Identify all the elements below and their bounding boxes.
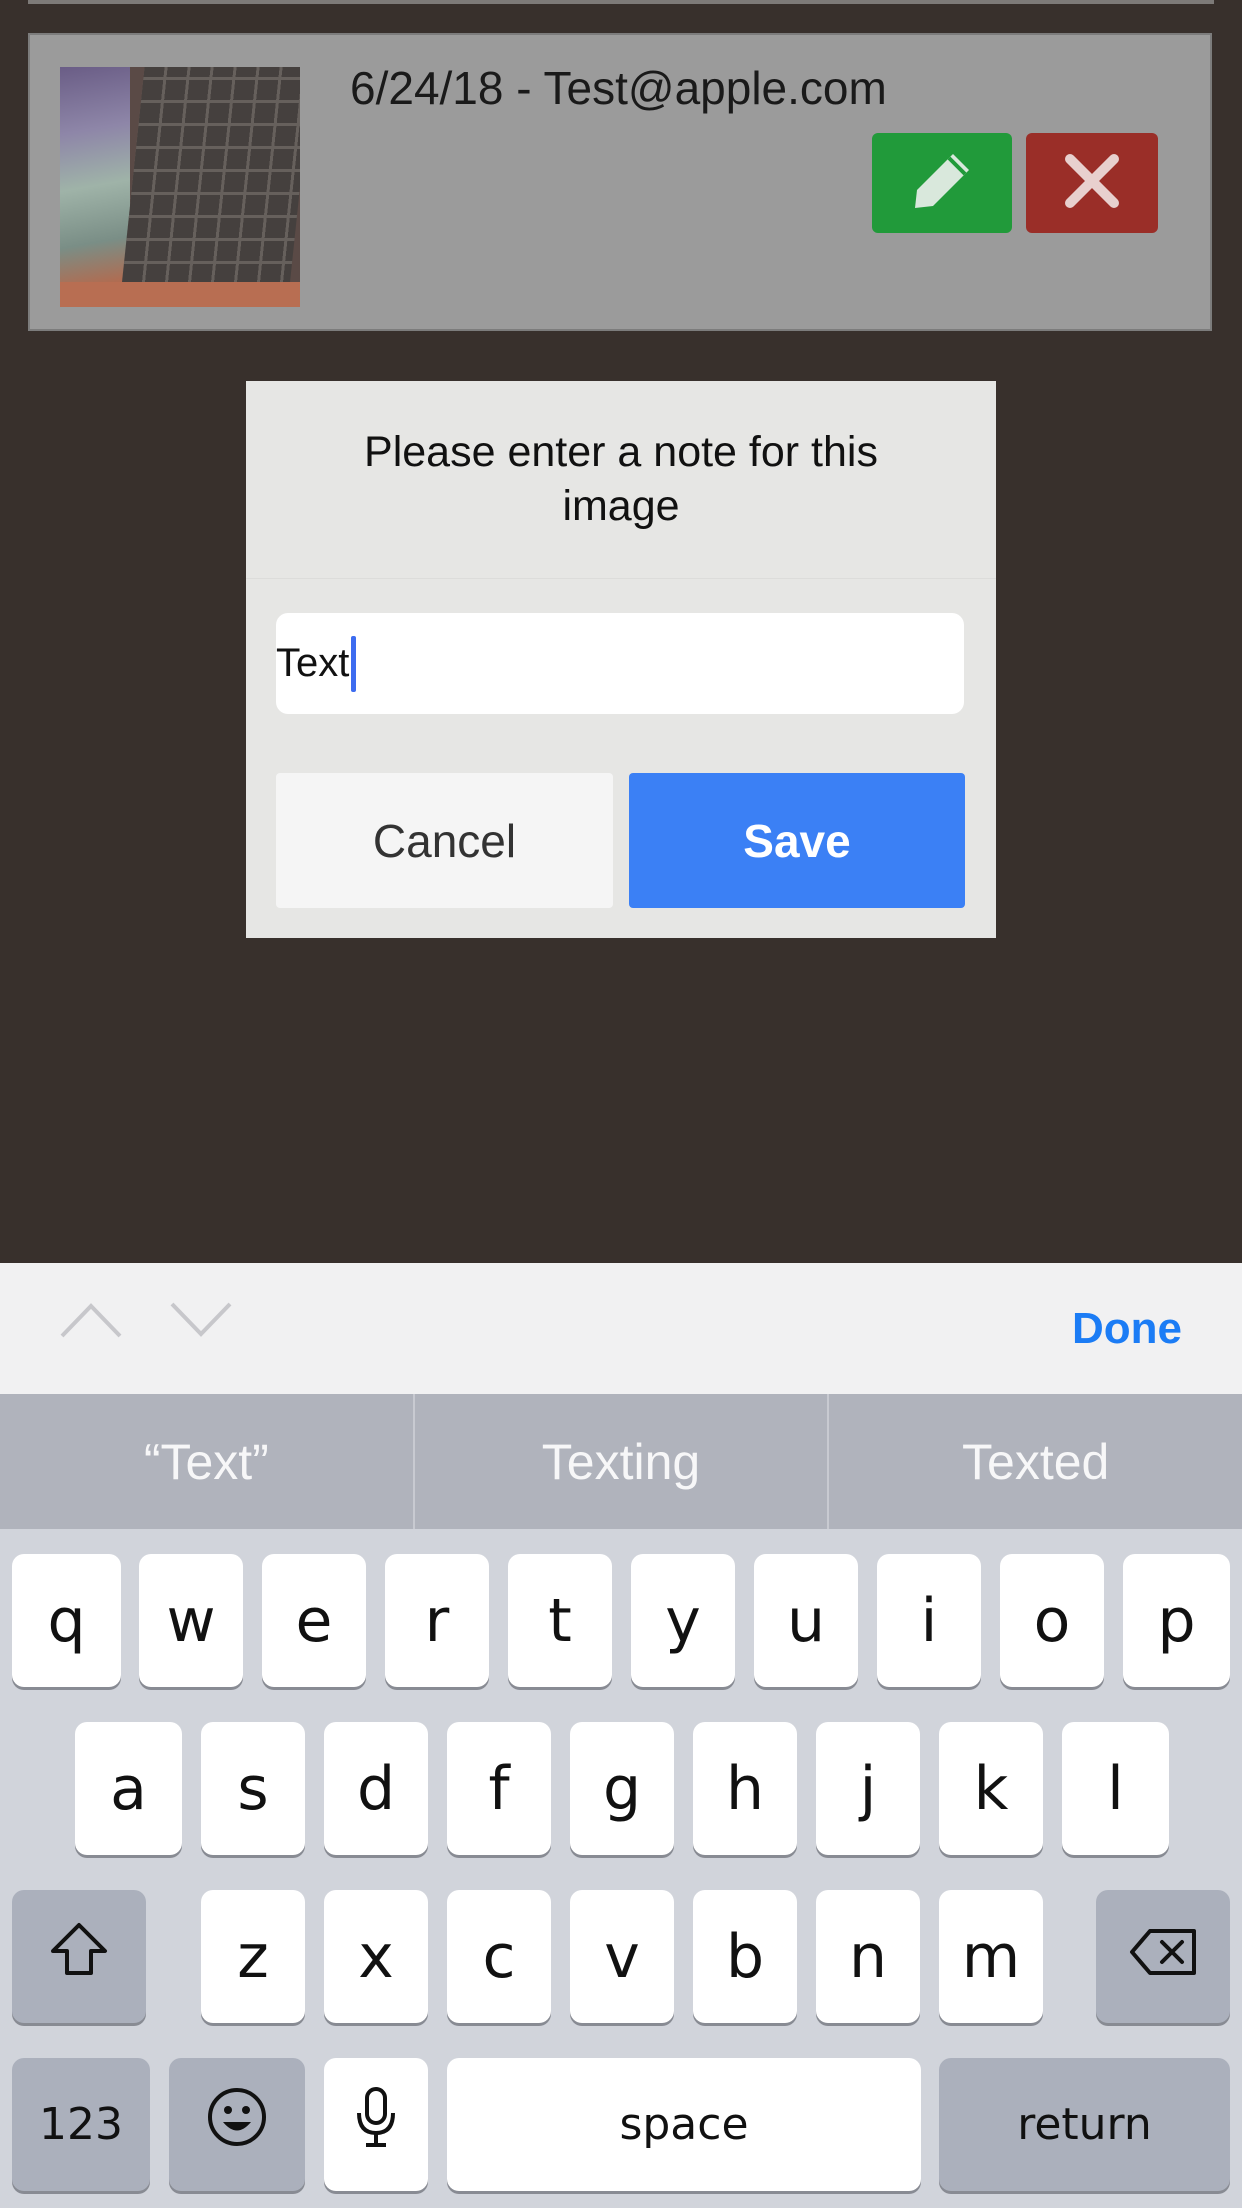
next-field-button[interactable] — [168, 1289, 234, 1355]
key-l[interactable]: l — [1062, 1722, 1169, 1855]
key-r[interactable]: r — [385, 1554, 489, 1687]
key-b[interactable]: b — [693, 1890, 797, 2023]
key-f[interactable]: f — [447, 1722, 551, 1855]
key-g[interactable]: g — [570, 1722, 674, 1855]
backspace-key[interactable] — [1096, 1890, 1230, 2023]
key-k[interactable]: k — [939, 1722, 1043, 1855]
predictive-bar: “Text” Texting Texted — [0, 1394, 1242, 1529]
key-n[interactable]: n — [816, 1890, 920, 2023]
pencil-icon — [909, 148, 975, 219]
key-p[interactable]: p — [1123, 1554, 1230, 1687]
close-icon — [1062, 151, 1122, 216]
key-x[interactable]: x — [324, 1890, 428, 2023]
key-a[interactable]: a — [75, 1722, 182, 1855]
key-y[interactable]: y — [631, 1554, 735, 1687]
key-z[interactable]: z — [201, 1890, 305, 2023]
key-s[interactable]: s — [201, 1722, 305, 1855]
key-c[interactable]: c — [447, 1890, 551, 2023]
cancel-button[interactable]: Cancel — [276, 773, 613, 908]
previous-field-button[interactable] — [58, 1289, 124, 1355]
suggestion-1[interactable]: “Text” — [0, 1394, 413, 1529]
save-button[interactable]: Save — [629, 773, 965, 908]
key-i[interactable]: i — [877, 1554, 981, 1687]
keyboard: q w e r t y u i o p a s d f g h j k l z … — [0, 1529, 1242, 2208]
suggestion-3[interactable]: Texted — [827, 1394, 1242, 1529]
edit-button[interactable] — [872, 133, 1012, 233]
key-d[interactable]: d — [324, 1722, 428, 1855]
key-q[interactable]: q — [12, 1554, 121, 1687]
emoji-key[interactable] — [169, 2058, 305, 2191]
dialog-title: Please enter a note for this image — [364, 428, 878, 530]
done-button[interactable]: Done — [1072, 1263, 1182, 1394]
numbers-key[interactable]: 123 — [12, 2058, 150, 2191]
previous-card-edge — [28, 0, 1214, 4]
dictation-key[interactable] — [324, 2058, 428, 2191]
suggestion-2[interactable]: Texting — [412, 1394, 828, 1529]
photo-note-card: 6/24/18 - Test@apple.com — [28, 33, 1212, 331]
key-j[interactable]: j — [816, 1722, 920, 1855]
key-t[interactable]: t — [508, 1554, 612, 1687]
key-u[interactable]: u — [754, 1554, 858, 1687]
space-key[interactable]: space — [447, 2058, 921, 2191]
key-o[interactable]: o — [1000, 1554, 1104, 1687]
dialog-divider — [246, 578, 996, 579]
keyboard-accessory-bar: Done — [0, 1263, 1242, 1394]
shift-key[interactable] — [12, 1890, 146, 2023]
microphone-icon — [354, 2085, 398, 2164]
key-w[interactable]: w — [139, 1554, 243, 1687]
return-key[interactable]: return — [939, 2058, 1230, 2191]
text-caret — [351, 635, 357, 692]
photo-thumbnail[interactable] — [60, 67, 300, 307]
backspace-icon — [1128, 1922, 1198, 1992]
card-title: 6/24/18 - Test@apple.com — [350, 62, 887, 114]
shift-icon — [47, 1919, 111, 1994]
delete-button[interactable] — [1026, 133, 1158, 233]
key-e[interactable]: e — [262, 1554, 366, 1687]
emoji-icon — [205, 2085, 269, 2164]
note-dialog: Please enter a note for this image Text … — [246, 381, 996, 938]
chevron-up-icon — [58, 1300, 124, 1345]
chevron-down-icon — [168, 1300, 234, 1345]
key-m[interactable]: m — [939, 1890, 1043, 2023]
key-h[interactable]: h — [693, 1722, 797, 1855]
note-input[interactable]: Text — [276, 613, 964, 714]
key-v[interactable]: v — [570, 1890, 674, 2023]
note-input-value: Text — [276, 641, 350, 685]
